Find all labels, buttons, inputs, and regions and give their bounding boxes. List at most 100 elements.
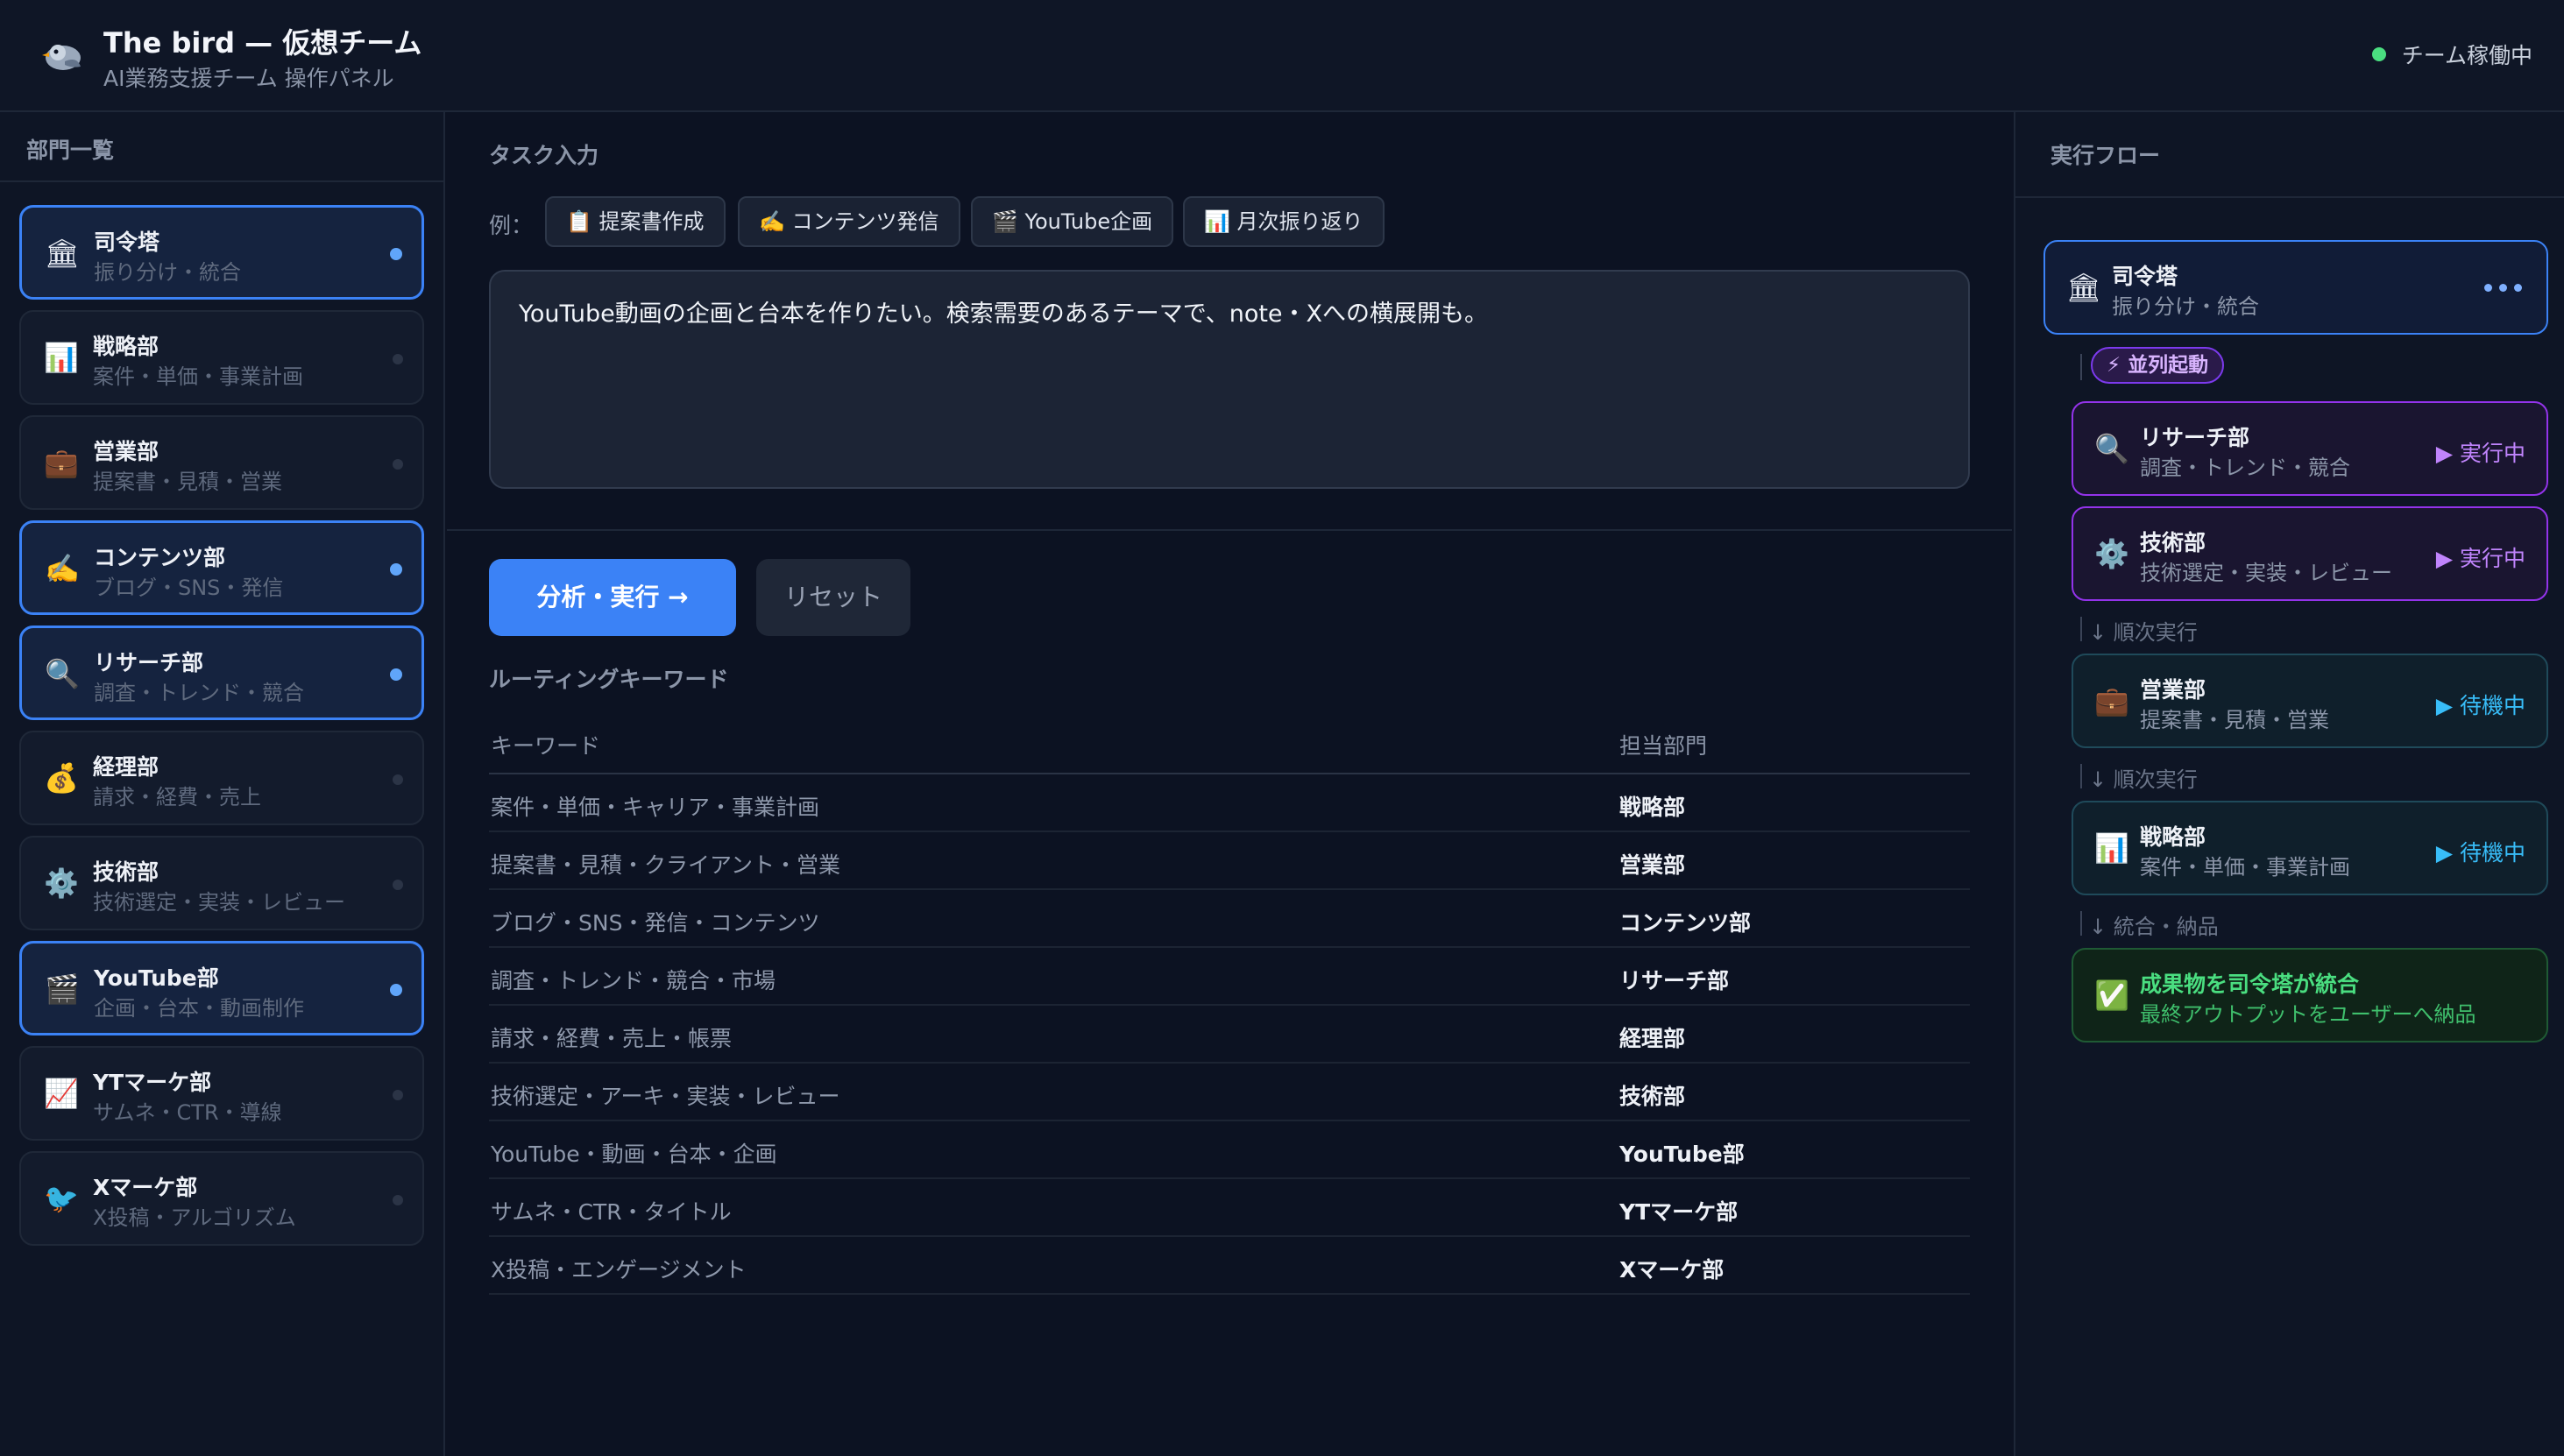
routing-table-header: キーワード 担当部門 (489, 717, 1970, 774)
dept-cell: 戦略部 (1619, 795, 1686, 820)
reset-button[interactable]: リセット (756, 559, 910, 636)
sidebar-item-content[interactable]: ✍️ コンテンツ部 ブログ・SNS・発信 (19, 520, 424, 615)
flow-heading: 実行フロー (2050, 143, 2161, 168)
dept-desc: 請求・経費・売上 (93, 785, 261, 809)
dept-cell: Xマーケ部 (1619, 1257, 1725, 1283)
bar-chart-icon: 📊 (44, 341, 79, 374)
sidebar-item-command[interactable]: 🏛 司令塔 振り分け・統合 (19, 205, 424, 300)
active-dot-icon (390, 984, 402, 996)
flow-connector (2080, 617, 2082, 641)
dept-desc: 調査・トレンド・競合 (94, 681, 304, 705)
flow-card-desc: 最終アウトプットをユーザーへ納品 (2140, 1002, 2476, 1027)
dept-cell: 経理部 (1619, 1026, 1686, 1051)
dept-name: 経理部 (93, 754, 159, 780)
status-running: ▶ 実行中 (2435, 546, 2525, 571)
example-chip-youtube[interactable]: 🎬 YouTube企画 (971, 196, 1174, 247)
flow-card-desc: 振り分け・統合 (2112, 294, 2259, 319)
dept-desc: ブログ・SNS・発信 (94, 576, 284, 600)
sidebar-item-accounting[interactable]: 💰 経理部 請求・経費・売上 (19, 731, 424, 825)
sidebar-item-yt-marketing[interactable]: 📈 YTマーケ部 サムネ・CTR・導線 (19, 1046, 424, 1141)
main-panel: タスク入力 例： 📋 提案書作成 ✍️ コンテンツ発信 🎬 YouTube企画 … (447, 112, 2012, 1456)
column-header-dept: 担当部門 (1619, 733, 1708, 759)
keyword-cell: サムネ・CTR・タイトル (491, 1199, 732, 1225)
sidebar-heading: 部門一覧 (26, 138, 115, 163)
dept-cell: YouTube部 (1619, 1141, 1745, 1167)
flow-card-research[interactable]: 🔍 リサーチ部 調査・トレンド・競合 ▶ 実行中 (2072, 401, 2548, 496)
bird-icon (42, 45, 81, 70)
sidebar-item-strategy[interactable]: 📊 戦略部 案件・単価・事業計画 (19, 310, 424, 405)
task-input[interactable]: YouTube動画の企画と台本を作りたい。検索需要のあるテーマで、note・Xへ… (489, 270, 1970, 489)
app-title: The bird — 仮想チーム (103, 26, 422, 60)
inactive-dot-icon (393, 1090, 403, 1100)
briefcase-icon: 💼 (2094, 684, 2129, 717)
table-row: 請求・経費・売上・帳票 経理部 (489, 1006, 1970, 1064)
inactive-dot-icon (393, 774, 403, 785)
active-dot-icon (390, 248, 402, 260)
flow-connector (2080, 354, 2082, 380)
inactive-dot-icon (393, 1195, 403, 1205)
dept-desc: X投稿・アルゴリズム (93, 1205, 296, 1230)
department-sidebar: 部門一覧 🏛 司令塔 振り分け・統合 📊 戦略部 案件・単価・事業計画 💼 営業… (0, 112, 445, 1456)
sidebar-item-sales[interactable]: 💼 営業部 提案書・見積・営業 (19, 415, 424, 510)
example-chip-proposal[interactable]: 📋 提案書作成 (545, 196, 726, 247)
flow-card-final[interactable]: ✅ 成果物を司令塔が統合 最終アウトプットをユーザーへ納品 (2072, 948, 2548, 1043)
flow-connector (2080, 911, 2082, 936)
keyword-cell: 提案書・見積・クライアント・営業 (491, 852, 841, 878)
example-chip-monthly[interactable]: 📊 月次振り返り (1183, 196, 1385, 247)
sidebar-item-youtube[interactable]: 🎬 YouTube部 企画・台本・動画制作 (19, 941, 424, 1035)
flow-card-command[interactable]: 🏛 司令塔 振り分け・統合 (2043, 240, 2548, 335)
status-dot-icon (2371, 47, 2386, 61)
inactive-dot-icon (393, 459, 403, 470)
table-row: 提案書・見積・クライアント・営業 営業部 (489, 832, 1970, 890)
dept-desc: 企画・台本・動画制作 (94, 996, 304, 1021)
keyword-cell: YouTube・動画・台本・企画 (491, 1141, 777, 1167)
flow-card-sales[interactable]: 💼 営業部 提案書・見積・営業 ▶ 待機中 (2072, 654, 2548, 748)
merge-label: ↓ 統合・納品 (2089, 915, 2219, 939)
gear-icon: ⚙️ (2094, 537, 2129, 570)
example-chip-content[interactable]: ✍️ コンテンツ発信 (738, 196, 960, 247)
flow-card-tech[interactable]: ⚙️ 技術部 技術選定・実装・レビュー ▶ 実行中 (2072, 506, 2548, 601)
dept-name: 戦略部 (93, 334, 159, 359)
dept-desc: 提案書・見積・営業 (93, 470, 282, 494)
divider (447, 529, 2012, 531)
clapperboard-icon: 🎬 (45, 972, 80, 1006)
writing-hand-icon: ✍️ (45, 552, 80, 585)
flow-card-strategy[interactable]: 📊 戦略部 案件・単価・事業計画 ▶ 待機中 (2072, 801, 2548, 895)
keyword-cell: 調査・トレンド・競合・市場 (491, 968, 776, 993)
flow-card-desc: 調査・トレンド・競合 (2140, 456, 2350, 480)
table-row: サムネ・CTR・タイトル YTマーケ部 (489, 1179, 1970, 1237)
dept-desc: サムネ・CTR・導線 (93, 1100, 282, 1125)
seq-label: ↓ 順次実行 (2089, 767, 2198, 792)
money-bag-icon: 💰 (44, 761, 79, 795)
dept-cell: リサーチ部 (1619, 968, 1730, 993)
dept-cell: 営業部 (1619, 852, 1686, 878)
dept-name: 営業部 (93, 439, 159, 464)
dept-desc: 案件・単価・事業計画 (93, 364, 303, 389)
keyword-cell: ブログ・SNS・発信・コンテンツ (491, 910, 820, 936)
active-dot-icon (390, 668, 402, 681)
table-row: 調査・トレンド・競合・市場 リサーチ部 (489, 948, 1970, 1006)
sidebar-item-tech[interactable]: ⚙️ 技術部 技術選定・実装・レビュー (19, 836, 424, 930)
trend-chart-icon: 📈 (44, 1077, 79, 1110)
magnifier-icon: 🔍 (2094, 432, 2129, 465)
magnifier-icon: 🔍 (45, 657, 80, 690)
flow-card-name: 技術部 (2140, 530, 2206, 555)
building-icon: 🏛 (44, 237, 81, 270)
bird-icon: 🐦 (44, 1182, 79, 1215)
inactive-dot-icon (393, 354, 403, 364)
briefcase-icon: 💼 (44, 446, 79, 479)
divider (2015, 196, 2564, 198)
dept-name: Xマーケ部 (93, 1175, 198, 1200)
flow-card-name: リサーチ部 (2140, 425, 2250, 450)
routing-heading: ルーティングキーワード (489, 667, 729, 692)
bar-chart-icon: 📊 (2094, 831, 2129, 865)
task-heading: タスク入力 (489, 143, 599, 168)
sidebar-item-x-marketing[interactable]: 🐦 Xマーケ部 X投稿・アルゴリズム (19, 1151, 424, 1246)
run-button[interactable]: 分析・実行 → (489, 559, 736, 636)
sidebar-item-research[interactable]: 🔍 リサーチ部 調査・トレンド・競合 (19, 626, 424, 720)
dept-name: 技術部 (93, 859, 159, 885)
app-header: The bird — 仮想チーム AI業務支援チーム 操作パネル チーム稼働中 (0, 0, 2564, 112)
keyword-cell: 技術選定・アーキ・実装・レビュー (491, 1084, 840, 1109)
flow-card-name: 成果物を司令塔が統合 (2140, 972, 2360, 997)
dept-desc: 振り分け・統合 (94, 260, 241, 285)
